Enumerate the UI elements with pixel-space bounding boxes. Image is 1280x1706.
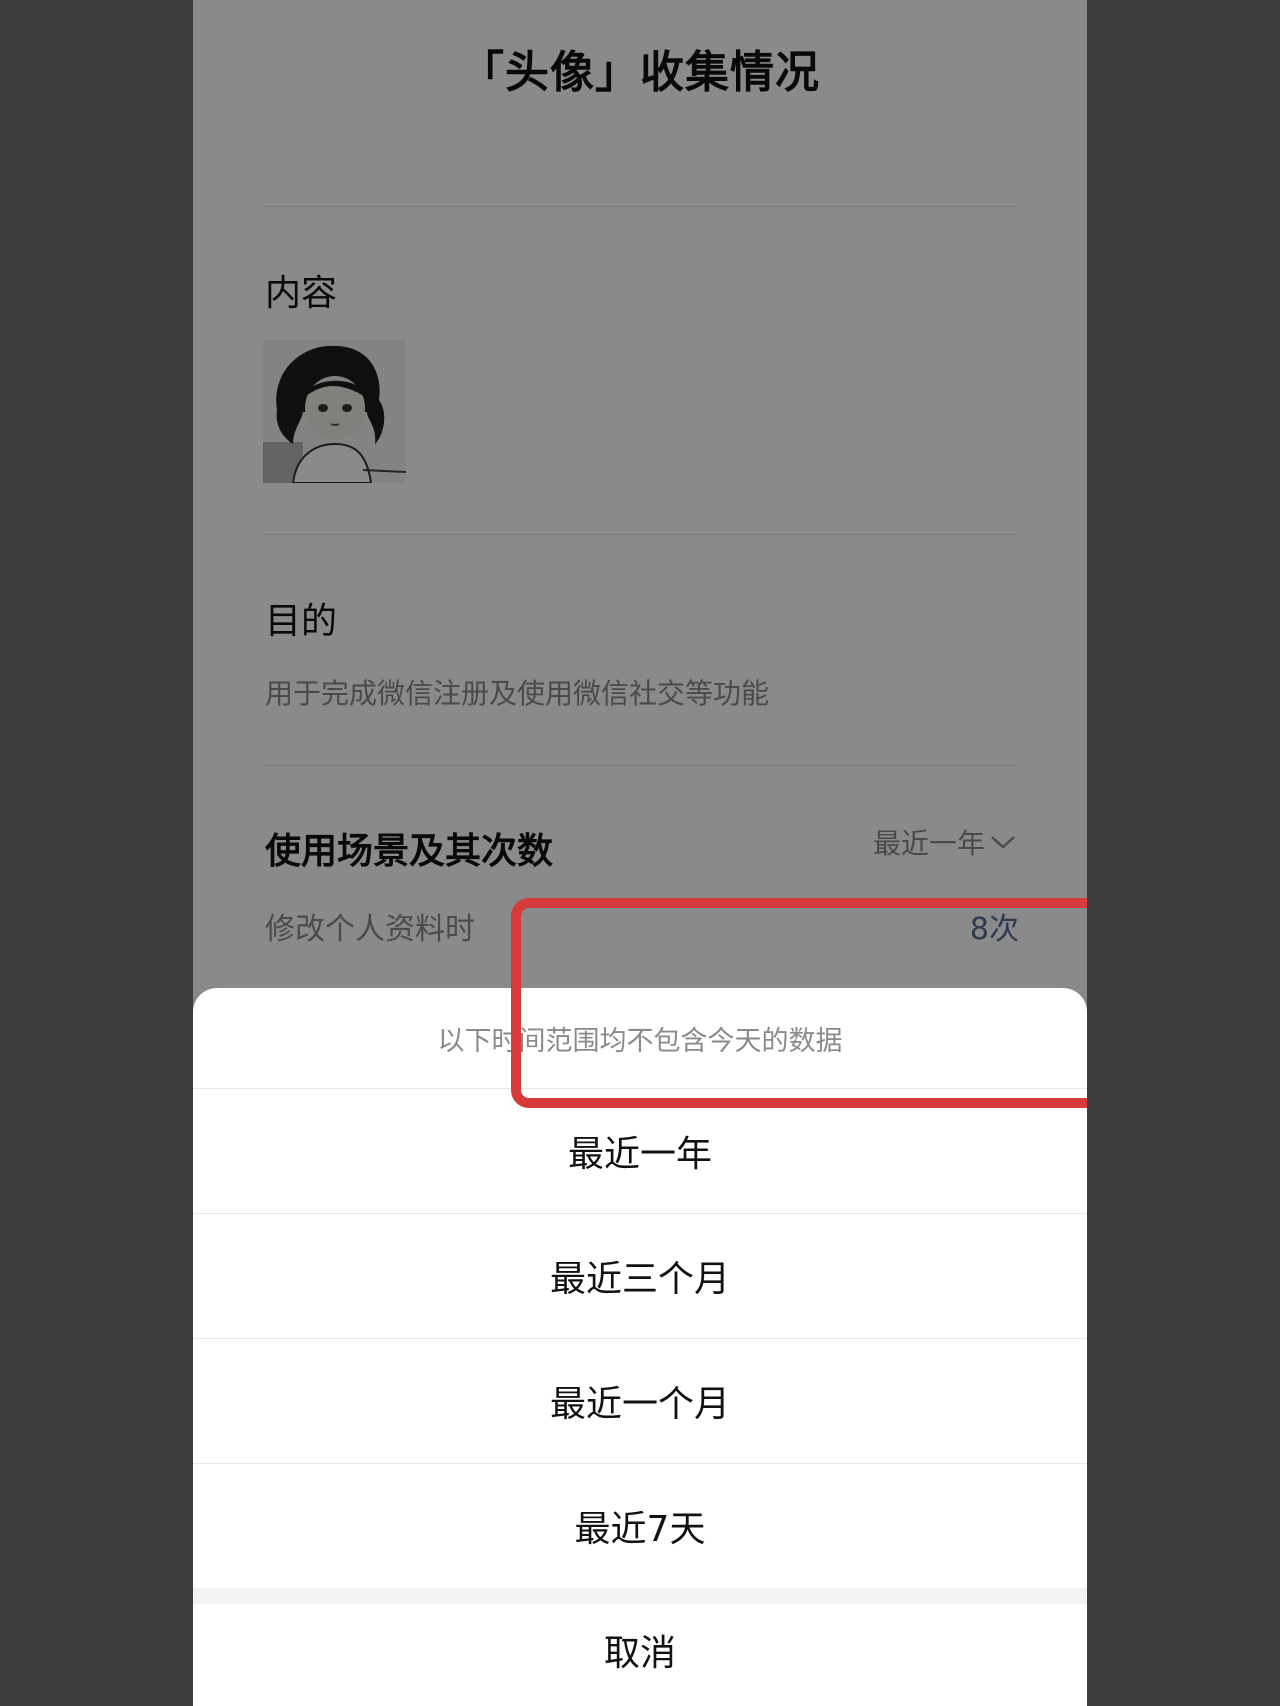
privacy-detail-page: 「头像」收集情况 内容 目的 用于完成微信注册及使用微信社交等功能 使用场景及其…: [193, 0, 1087, 1706]
option-last-month[interactable]: 最近一个月: [193, 1339, 1087, 1463]
annotation-highlight-box: [511, 898, 1087, 1108]
option-last-three-months[interactable]: 最近三个月: [193, 1214, 1087, 1338]
cancel-button[interactable]: 取消: [193, 1594, 1087, 1706]
option-last-7-days[interactable]: 最近7天: [193, 1464, 1087, 1588]
